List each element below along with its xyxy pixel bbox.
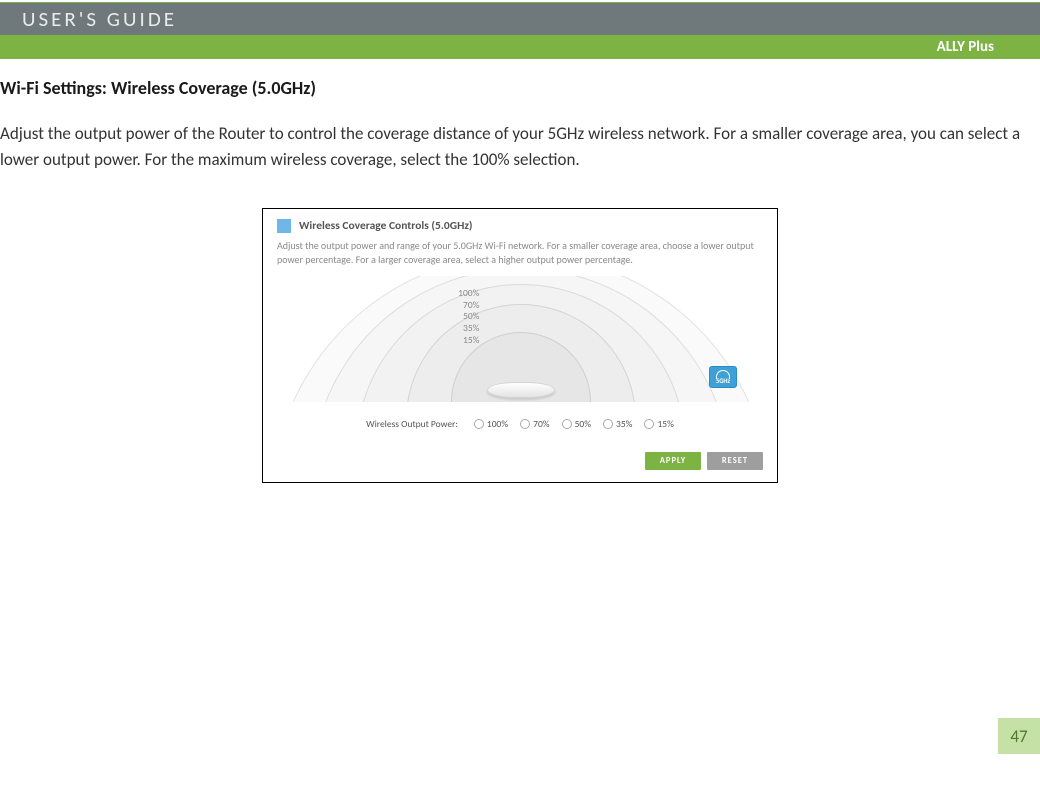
radio-dot-icon — [562, 419, 572, 429]
radio-dot-icon — [520, 419, 530, 429]
coverage-labels: 100% 70% 50% 35% 15% — [433, 288, 479, 347]
coverage-label-100: 100% — [433, 288, 479, 300]
radio-35[interactable]: 35% — [603, 418, 632, 430]
panel-actions: APPLY RESET — [277, 452, 763, 470]
guide-label: USER'S GUIDE — [22, 6, 177, 32]
radio-15-label: 15% — [657, 418, 673, 430]
page-content: Wi-Fi Settings: Wireless Coverage (5.0GH… — [0, 59, 1040, 483]
radio-dot-icon — [644, 419, 654, 429]
five-ghz-badge-text: 5GHz — [716, 377, 730, 385]
panel-header: Wireless Coverage Controls (5.0GHz) — [277, 219, 763, 233]
panel-bullet-icon — [277, 219, 291, 233]
section-title: Wi-Fi Settings: Wireless Coverage (5.0GH… — [0, 77, 1040, 99]
radio-50-label: 50% — [575, 418, 591, 430]
product-name: ALLY Plus — [937, 38, 994, 56]
page-header: USER'S GUIDE ALLY Plus — [0, 0, 1040, 59]
output-power-label: Wireless Output Power: — [366, 418, 458, 430]
radio-15[interactable]: 15% — [644, 418, 673, 430]
panel-description: Adjust the output power and range of you… — [277, 239, 763, 268]
radio-70[interactable]: 70% — [520, 418, 549, 430]
header-green-strip: ALLY Plus — [0, 35, 1040, 59]
section-intro: Adjust the output power of the Router to… — [0, 121, 1040, 174]
radio-100-label: 100% — [487, 418, 508, 430]
radio-70-label: 70% — [533, 418, 549, 430]
output-power-radio-group: Wireless Output Power: 100% 70% 50% 35% … — [277, 418, 763, 430]
radio-100[interactable]: 100% — [474, 418, 508, 430]
panel-title: Wireless Coverage Controls (5.0GHz) — [299, 219, 472, 233]
coverage-graphic: 100% 70% 50% 35% 15% 5GHz — [277, 276, 765, 402]
coverage-panel: Wireless Coverage Controls (5.0GHz) Adju… — [262, 208, 778, 483]
page-number: 47 — [998, 718, 1040, 754]
radio-35-label: 35% — [616, 418, 632, 430]
router-icon — [487, 382, 555, 398]
radio-50[interactable]: 50% — [562, 418, 591, 430]
five-ghz-badge-icon: 5GHz — [709, 366, 737, 388]
apply-button[interactable]: APPLY — [645, 452, 701, 470]
radio-dot-icon — [474, 419, 484, 429]
reset-button[interactable]: RESET — [707, 452, 763, 470]
header-dark-strip: USER'S GUIDE — [0, 3, 1040, 35]
panel-wrap: Wireless Coverage Controls (5.0GHz) Adju… — [0, 208, 1040, 483]
radio-dot-icon — [603, 419, 613, 429]
coverage-label-15: 15% — [433, 335, 479, 347]
